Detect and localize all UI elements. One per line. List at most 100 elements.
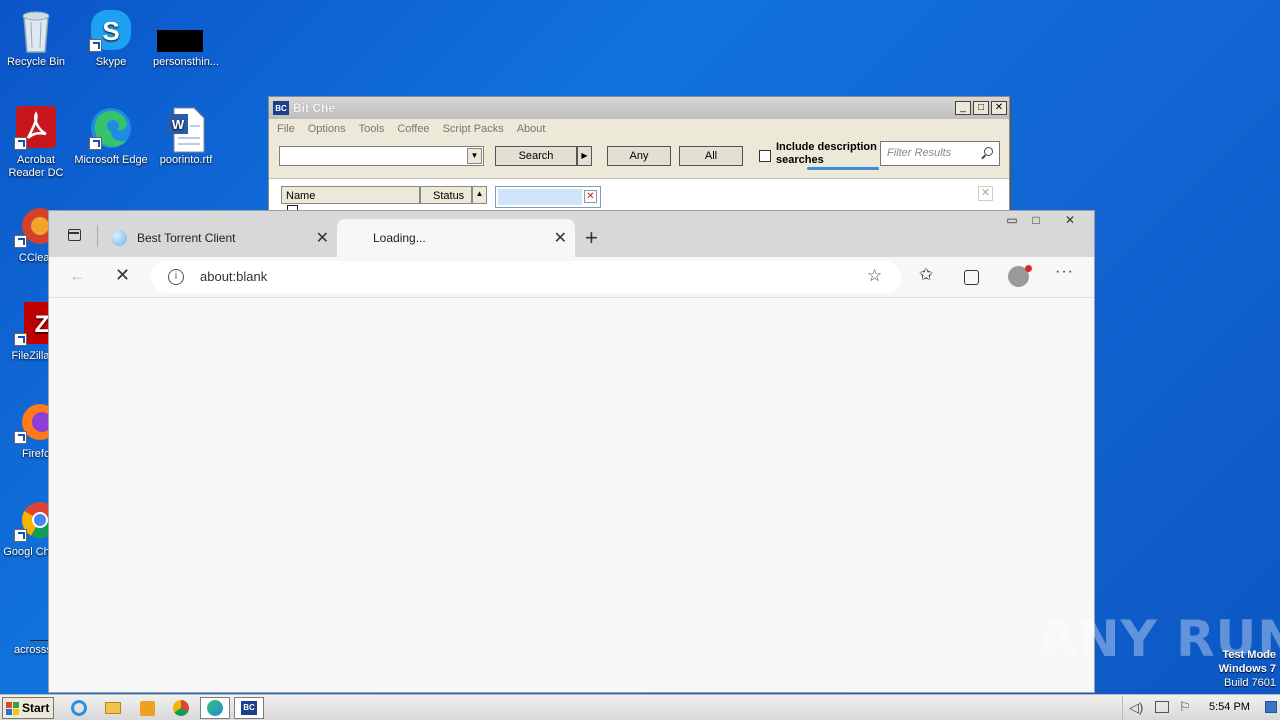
close-icon[interactable]: ✕ — [978, 186, 993, 201]
desktop-icon-label: Firefo — [21, 448, 51, 460]
media-player-icon[interactable] — [132, 697, 162, 719]
desktop-icon-acrobat[interactable]: Acrobat Reader DC — [0, 106, 74, 180]
search-options-arrow-button[interactable]: ▶ — [577, 146, 592, 166]
svg-text:S: S — [102, 16, 119, 46]
bitche-toolbar: ▼ Search ▶ Any All Include description s… — [269, 138, 1009, 178]
tab-best-torrent-client[interactable]: Best Torrent Client ✕ — [99, 219, 337, 257]
menu-about[interactable]: About — [517, 123, 546, 135]
file-explorer-icon[interactable] — [98, 697, 128, 719]
scroll-up-button[interactable]: ▲ — [472, 186, 487, 204]
favorites-icon[interactable]: ✩ — [919, 265, 933, 285]
desktop-icon-recycle-bin[interactable]: Recycle Bin — [0, 8, 74, 69]
progress-highlight — [807, 167, 879, 170]
tab-divider — [97, 225, 98, 247]
results-tab[interactable]: ✕ — [495, 186, 601, 208]
menu-file[interactable]: File — [277, 123, 295, 135]
menu-options[interactable]: Options — [308, 123, 346, 135]
taskbar: Start BC ◁) ⚐ 5:54 PM — [0, 694, 1280, 720]
desktop-icon-label: personsthin... — [152, 56, 220, 68]
close-icon[interactable]: ✕ — [584, 190, 597, 203]
edge-window[interactable]: ▭ □ ✕ Best Torrent Client ✕ Loading... ✕… — [48, 210, 1095, 693]
back-button[interactable]: ← — [69, 266, 86, 286]
bitche-menubar: File Options Tools Coffee Script Packs A… — [269, 119, 1009, 138]
desktop-icon-label: Recycle Bin — [6, 56, 66, 68]
minimize-button[interactable]: ▭ — [1001, 213, 1023, 227]
category-list-header: Name Status ▲ — [281, 186, 487, 204]
windows-logo-icon — [6, 701, 19, 715]
acrobat-icon — [14, 106, 58, 150]
close-icon[interactable]: ✕ — [554, 228, 567, 248]
search-combobox[interactable]: ▼ — [279, 146, 484, 166]
close-button[interactable]: ✕ — [1059, 213, 1081, 227]
maximize-button[interactable]: □ — [973, 101, 989, 115]
desktop-icon-edge[interactable]: Microsoft Edge — [73, 106, 149, 167]
minimize-button[interactable]: _ — [955, 101, 971, 115]
system-tray: ◁) ⚐ 5:54 PM — [1122, 696, 1280, 720]
recycle-bin-icon — [14, 8, 58, 53]
address-text[interactable]: about:blank — [200, 269, 267, 284]
all-button[interactable]: All — [679, 146, 743, 166]
chrome-icon[interactable] — [166, 697, 196, 719]
tab-actions-icon[interactable] — [68, 229, 81, 241]
desktop-icon-poorinto[interactable]: W poorinto.rtf — [148, 106, 224, 167]
edge-taskbar-icon[interactable] — [200, 697, 230, 719]
svg-text:W: W — [172, 117, 185, 132]
shortcut-arrow-icon — [14, 235, 27, 248]
menu-tools[interactable]: Tools — [359, 123, 385, 135]
file-icon — [157, 8, 208, 52]
shortcut-arrow-icon — [14, 137, 27, 150]
internet-explorer-icon[interactable] — [64, 697, 94, 719]
show-desktop-button[interactable] — [1265, 701, 1277, 713]
column-name[interactable]: Name — [281, 186, 420, 204]
skype-icon: S — [89, 8, 133, 52]
windows-version-label: Windows 7 — [1218, 663, 1276, 675]
shortcut-arrow-icon — [89, 137, 102, 150]
volume-icon[interactable]: ◁) — [1129, 700, 1143, 716]
filter-results-input[interactable]: Filter Results — [880, 141, 1000, 166]
network-icon[interactable] — [1155, 701, 1169, 713]
profile-avatar-icon[interactable] — [1008, 265, 1032, 287]
more-options-icon[interactable]: ··· — [1055, 263, 1074, 281]
close-button[interactable]: ✕ — [991, 101, 1007, 115]
add-favorite-icon[interactable]: ☆ — [867, 266, 882, 286]
bitche-titlebar[interactable]: BC Bit Che _ □ ✕ — [269, 97, 1009, 119]
shortcut-arrow-icon — [14, 529, 27, 542]
test-mode-text: Test Mode Windows 7 Build 7601 — [1180, 648, 1276, 690]
build-label: Build 7601 — [1224, 677, 1276, 689]
window-title: Bit Che — [293, 101, 335, 115]
include-description-checkbox[interactable] — [759, 150, 771, 162]
edge-toolbar: ← ✕ i about:blank ☆ ✩ ··· — [49, 257, 1094, 297]
tab-loading[interactable]: Loading... ✕ — [337, 219, 575, 257]
desktop-icon-label: Microsoft Edge — [74, 154, 148, 166]
any-button[interactable]: Any — [607, 146, 671, 166]
tab-label: Best Torrent Client — [137, 231, 236, 245]
desktop-icon-personsthin[interactable]: personsthin... — [148, 8, 224, 69]
start-label: Start — [22, 701, 50, 715]
word-document-icon: W — [164, 106, 208, 153]
start-button[interactable]: Start — [2, 697, 54, 719]
stop-loading-button[interactable]: ✕ — [115, 265, 130, 286]
shortcut-arrow-icon — [14, 333, 27, 346]
action-center-flag-icon[interactable]: ⚐ — [1179, 699, 1191, 715]
column-status[interactable]: Status — [420, 186, 472, 204]
search-button[interactable]: Search — [495, 146, 577, 166]
shortcut-arrow-icon — [14, 431, 27, 444]
address-bar[interactable]: i about:blank ☆ — [151, 261, 901, 293]
collections-icon[interactable] — [964, 270, 979, 285]
new-tab-button[interactable]: + — [585, 225, 598, 251]
desktop-icon-skype[interactable]: S Skype — [73, 8, 149, 69]
tab-label: Loading... — [373, 231, 426, 245]
desktop-icon-label: Acrobat Reader DC — [8, 154, 64, 179]
clock[interactable]: 5:54 PM — [1209, 701, 1250, 713]
bitche-taskbar-icon[interactable]: BC — [234, 697, 264, 719]
test-mode-label: Test Mode — [1222, 649, 1276, 661]
menu-coffee[interactable]: Coffee — [397, 123, 429, 135]
chevron-down-icon[interactable]: ▼ — [467, 148, 482, 164]
bitche-window[interactable]: BC Bit Che _ □ ✕ File Options Tools Coff… — [268, 96, 1010, 214]
close-icon[interactable]: ✕ — [316, 228, 329, 248]
menu-script-packs[interactable]: Script Packs — [443, 123, 504, 135]
info-icon: i — [168, 269, 184, 285]
desktop-icon-label: poorinto.rtf — [159, 154, 213, 166]
maximize-button[interactable]: □ — [1025, 213, 1047, 227]
globe-icon — [111, 230, 127, 246]
